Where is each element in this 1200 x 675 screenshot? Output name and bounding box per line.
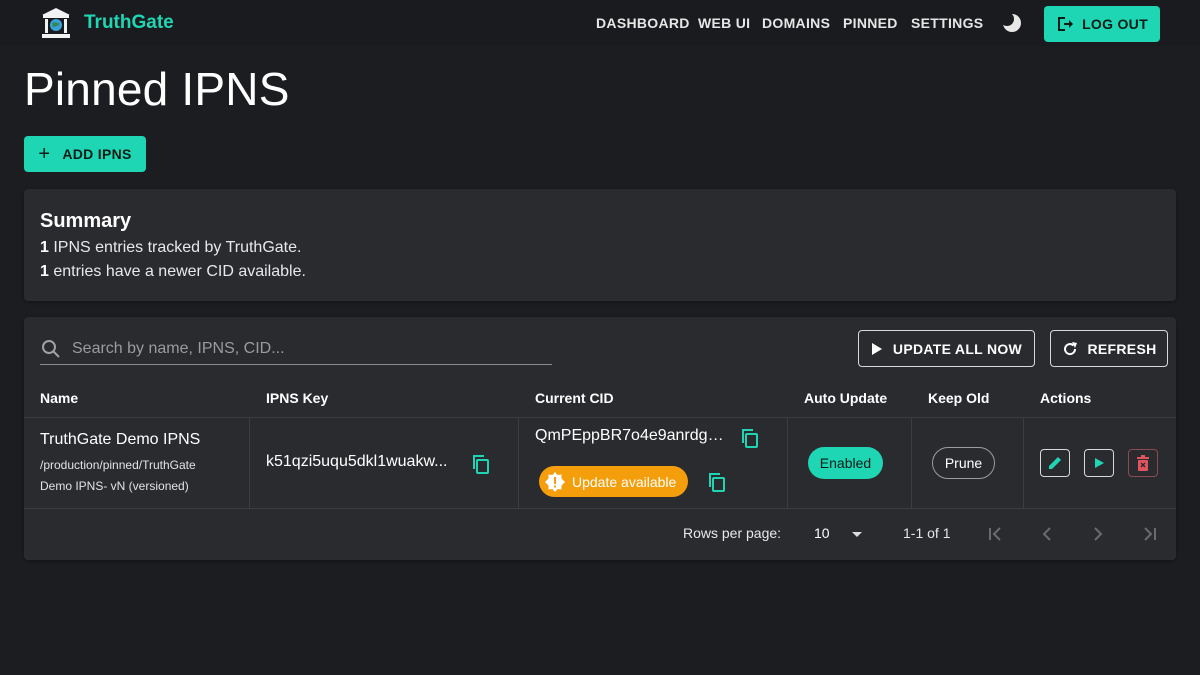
update-all-label: UPDATE ALL NOW <box>892 340 1023 357</box>
nav-web-ui[interactable]: WEB UI <box>698 15 750 31</box>
refresh-label: REFRESH <box>1087 340 1157 357</box>
column-divider <box>518 417 519 508</box>
edit-button[interactable] <box>1040 449 1070 477</box>
page-title: Pinned IPNS <box>24 63 290 115</box>
col-header-name[interactable]: Name <box>40 390 78 406</box>
app-bar: TruthGate DASHBOARD WEB UI DOMAINS PINNE… <box>0 0 1200 46</box>
pagination-range: 1-1 of 1 <box>903 525 951 541</box>
update-all-button[interactable]: UPDATE ALL NOW <box>858 330 1035 367</box>
col-header-actions: Actions <box>1040 390 1092 406</box>
run-update-button[interactable] <box>1084 449 1114 477</box>
search-field[interactable] <box>40 333 552 365</box>
play-icon <box>871 342 882 355</box>
rows-per-page-select[interactable]: 10 <box>814 525 830 541</box>
nav-domains[interactable]: DOMAINS <box>762 15 830 31</box>
row-name: TruthGate Demo IPNS <box>40 431 201 448</box>
col-header-current-cid[interactable]: Current CID <box>535 390 614 406</box>
rows-per-page-label: Rows per page: <box>683 525 782 541</box>
row-current-cid: QmPEppBR7o4e9anrdg8... <box>535 427 729 444</box>
brand[interactable]: TruthGate <box>40 6 174 40</box>
pencil-icon <box>1049 457 1061 469</box>
summary-tracked: 1 IPNS entries tracked by TruthGate. <box>40 239 301 257</box>
logout-icon <box>1058 17 1074 31</box>
logout-label: LOG OUT <box>1082 16 1148 32</box>
play-icon <box>1095 458 1104 468</box>
nav-settings[interactable]: SETTINGS <box>911 15 983 31</box>
col-header-auto-update[interactable]: Auto Update <box>804 390 887 406</box>
table-row: TruthGate Demo IPNS /production/pinned/T… <box>40 431 230 497</box>
summary-newer: 1 entries have a newer CID available. <box>40 263 306 281</box>
keep-old-chip[interactable]: Prune <box>932 447 995 479</box>
copy-new-cid-icon[interactable] <box>707 472 727 492</box>
summary-card: Summary 1 IPNS entries tracked by TruthG… <box>24 189 1176 301</box>
col-header-keep-old[interactable]: Keep Old <box>928 390 989 406</box>
row-divider <box>24 508 1176 509</box>
tracked-text: IPNS entries tracked by TruthGate. <box>48 239 302 256</box>
copy-cid-icon[interactable] <box>740 428 760 448</box>
trash-icon <box>1137 455 1149 471</box>
column-divider <box>787 417 788 508</box>
ipns-table-card: UPDATE ALL NOW REFRESH Name IPNS Key Cur… <box>24 317 1176 560</box>
previous-page-icon[interactable] <box>1037 524 1057 544</box>
update-available-badge[interactable]: Update available <box>539 466 688 497</box>
column-divider <box>911 417 912 508</box>
plus-icon: + <box>38 143 51 165</box>
tracked-count: 1 <box>40 239 49 256</box>
column-divider <box>1023 417 1024 508</box>
first-page-icon[interactable] <box>985 524 1005 544</box>
chevron-down-icon[interactable] <box>852 532 862 537</box>
col-header-ipns-key[interactable]: IPNS Key <box>266 390 328 406</box>
logout-button[interactable]: LOG OUT <box>1044 6 1160 42</box>
add-ipns-button[interactable]: + ADD IPNS <box>24 136 146 172</box>
brand-name: TruthGate <box>84 12 174 33</box>
row-path: /production/pinned/TruthGate Demo IPNS- … <box>40 458 196 493</box>
summary-title: Summary <box>40 210 132 232</box>
refresh-icon <box>1063 341 1077 355</box>
delete-button[interactable] <box>1128 449 1158 477</box>
new-release-icon <box>545 471 565 492</box>
nav-pinned[interactable]: PINNED <box>843 15 898 31</box>
header-divider <box>24 417 1176 418</box>
newer-count: 1 <box>40 263 49 280</box>
auto-update-toggle[interactable]: Enabled <box>808 447 883 479</box>
refresh-button[interactable]: REFRESH <box>1050 330 1168 367</box>
column-divider <box>249 417 250 508</box>
add-ipns-label: ADD IPNS <box>62 146 132 162</box>
nav-dashboard[interactable]: DASHBOARD <box>596 15 690 31</box>
row-ipns-key: k51qzi5uqu5dkl1wuakw... <box>266 453 448 470</box>
search-icon <box>42 339 60 358</box>
newer-text: entries have a newer CID available. <box>48 263 306 280</box>
next-page-icon[interactable] <box>1088 524 1108 544</box>
update-available-label: Update available <box>572 473 677 490</box>
logo-icon <box>42 8 70 38</box>
last-page-icon[interactable] <box>1140 524 1160 544</box>
search-input[interactable] <box>72 339 542 358</box>
moon-icon[interactable] <box>1002 13 1022 33</box>
copy-ipns-key-icon[interactable] <box>471 454 491 474</box>
